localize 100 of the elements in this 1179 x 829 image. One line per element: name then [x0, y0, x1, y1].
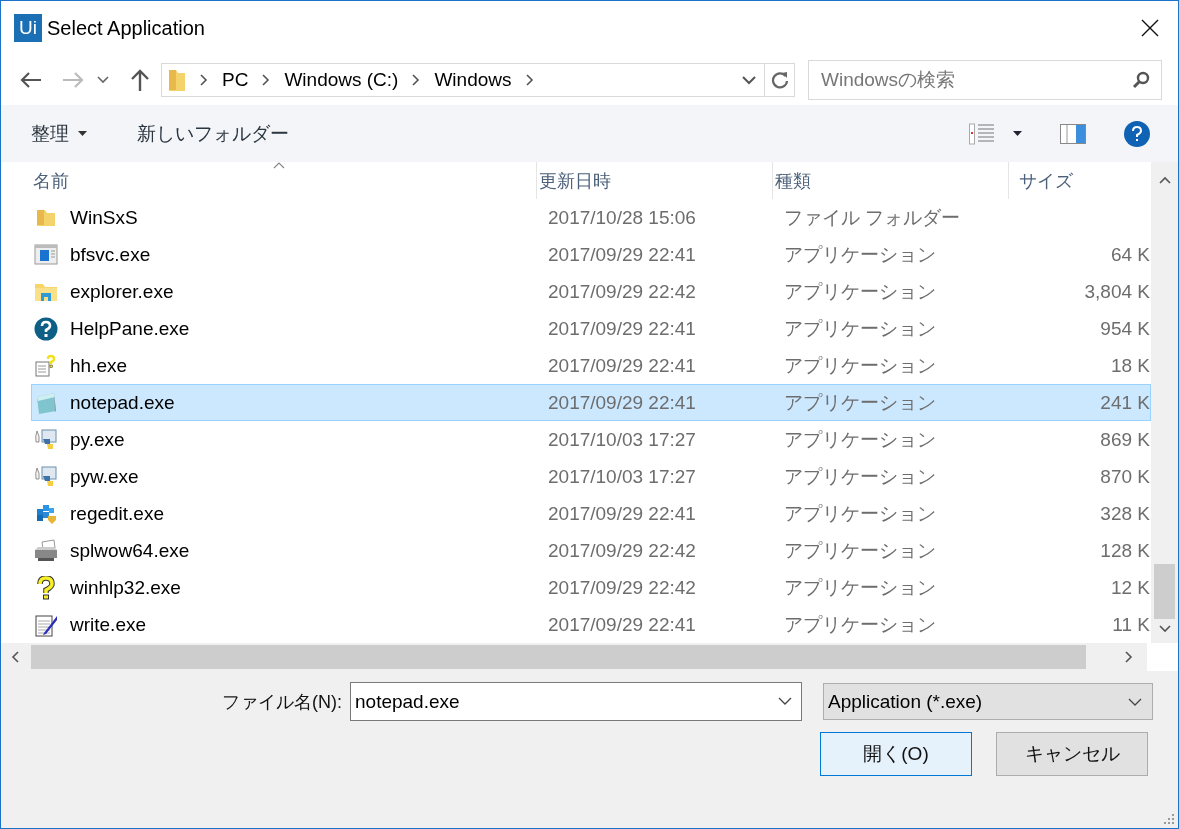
column-header[interactable]: 更新日時: [537, 162, 773, 199]
file-type: アプリケーション: [783, 390, 937, 415]
modified-date: 2017/09/29 22:42: [547, 280, 697, 303]
scroll-up-icon[interactable]: [1158, 176, 1171, 184]
file-row[interactable]: WinSxS 2017/10/28 15:06 ファイル フォルダー: [31, 199, 1151, 236]
printer-icon: [34, 538, 58, 563]
scrollbar-thumb[interactable]: [1154, 564, 1175, 619]
file-row[interactable]: write.exe 2017/09/29 22:41 アプリケーション 11 K: [31, 606, 1151, 643]
modified-date: 2017/09/29 22:42: [547, 539, 697, 562]
file-name: py.exe: [70, 428, 125, 451]
help-icon[interactable]: [1124, 120, 1150, 147]
file-name: notepad.exe: [70, 391, 175, 414]
file-type: ファイル フォルダー: [783, 205, 962, 230]
document-pen-icon: [34, 612, 58, 637]
up-arrow-icon[interactable]: [129, 68, 151, 92]
file-name: WinSxS: [70, 206, 138, 229]
chevron-down-icon[interactable]: [1128, 697, 1142, 706]
modified-date: 2017/09/29 22:41: [547, 502, 697, 525]
modified-date: 2017/09/29 22:41: [547, 243, 697, 266]
breadcrumb-item[interactable]: Windows (C:): [284, 69, 399, 91]
address-bar[interactable]: PC Windows (C:) Windows: [161, 63, 765, 97]
file-type: アプリケーション: [783, 242, 937, 267]
file-type: アプリケーション: [783, 575, 937, 600]
chevron-down-icon[interactable]: [778, 697, 792, 705]
close-icon[interactable]: [1141, 19, 1159, 37]
new-folder-button[interactable]: 新しいフォルダー: [127, 116, 299, 151]
window-title: Select Application: [47, 16, 205, 40]
open-button[interactable]: 開く(O): [820, 732, 972, 776]
search-field[interactable]: Windowsの検索: [808, 60, 1162, 100]
resize-grip-icon[interactable]: [1163, 813, 1175, 825]
file-type: アプリケーション: [783, 538, 937, 563]
breadcrumb-item[interactable]: Windows: [434, 69, 512, 91]
modified-date: 2017/09/29 22:41: [547, 391, 697, 414]
file-type: アプリケーション: [783, 353, 937, 378]
preview-pane-icon[interactable]: [1060, 123, 1086, 144]
notepad-icon: [34, 390, 58, 415]
file-row[interactable]: py.exe 2017/10/03 17:27 アプリケーション 869 K: [31, 421, 1151, 458]
file-row[interactable]: notepad.exe 2017/09/29 22:41 アプリケーション 241 K: [31, 384, 1151, 421]
python-app-icon: [34, 464, 58, 489]
chevron-right-icon: [200, 74, 208, 86]
column-header[interactable]: 種類: [773, 162, 1009, 199]
file-name: regedit.exe: [70, 502, 164, 525]
file-size: 870 K: [1100, 465, 1150, 488]
file-type: アプリケーション: [783, 279, 937, 304]
file-row[interactable]: pyw.exe 2017/10/03 17:27 アプリケーション 870 K: [31, 458, 1151, 495]
modified-date: 2017/10/28 15:06: [547, 206, 697, 229]
organize-menu-button[interactable]: 整理: [21, 116, 97, 151]
file-row[interactable]: hh.exe 2017/09/29 22:41 アプリケーション 18 K: [31, 347, 1151, 384]
cancel-button[interactable]: キャンセル: [996, 732, 1148, 776]
file-size: 869 K: [1100, 428, 1150, 451]
chevron-right-icon: [412, 74, 421, 86]
search-icon[interactable]: [1132, 71, 1150, 89]
column-header[interactable]: 名前: [31, 162, 537, 199]
file-size: 128 K: [1100, 539, 1150, 562]
back-arrow-icon[interactable]: [19, 70, 43, 90]
refresh-icon[interactable]: [770, 71, 789, 89]
file-type: アプリケーション: [783, 316, 937, 341]
scroll-right-icon[interactable]: [1125, 651, 1133, 663]
chevron-down-icon[interactable]: [742, 75, 756, 85]
file-size: 241 K: [1100, 391, 1150, 414]
column-header[interactable]: サイズ: [1009, 162, 1149, 199]
modified-date: 2017/10/03 17:27: [547, 428, 697, 451]
folder-icon: [168, 68, 186, 92]
file-size: 11 K: [1112, 613, 1150, 636]
refresh-button[interactable]: [765, 63, 795, 97]
file-row[interactable]: HelpPane.exe 2017/09/29 22:41 アプリケーション 954 K: [31, 310, 1151, 347]
question-mark-icon: [34, 575, 58, 600]
file-row[interactable]: bfsvc.exe 2017/09/29 22:41 アプリケーション 64 K: [31, 236, 1151, 273]
file-row[interactable]: regedit.exe 2017/09/29 22:41 アプリケーション 328 K: [31, 495, 1151, 532]
file-name: winhlp32.exe: [70, 576, 181, 599]
file-name-field[interactable]: notepad.exe: [350, 682, 802, 721]
file-name: write.exe: [70, 613, 147, 636]
modified-date: 2017/09/29 22:42: [547, 576, 697, 599]
file-row[interactable]: explorer.exe 2017/09/29 22:42 アプリケーション 3,804 K: [31, 273, 1151, 310]
scrollbar-thumb[interactable]: [31, 645, 1086, 669]
breadcrumb-item[interactable]: PC: [222, 69, 249, 91]
file-name: splwow64.exe: [70, 539, 190, 562]
caret-icon[interactable]: [1013, 131, 1022, 136]
horizontal-scrollbar[interactable]: [1, 643, 1178, 671]
python-app-icon: [34, 427, 58, 452]
vertical-scrollbar[interactable]: [1151, 162, 1178, 643]
scroll-left-icon[interactable]: [11, 651, 19, 663]
file-name: bfsvc.exe: [70, 243, 151, 266]
file-row[interactable]: splwow64.exe 2017/09/29 22:42 アプリケーション 128 K: [31, 532, 1151, 569]
file-size: 328 K: [1100, 502, 1150, 525]
caret-icon[interactable]: [78, 131, 87, 136]
file-name: explorer.exe: [70, 280, 174, 303]
app-logo: Ui: [14, 14, 42, 42]
modified-date: 2017/09/29 22:41: [547, 354, 697, 377]
file-type: アプリケーション: [783, 464, 937, 489]
file-size: 18 K: [1110, 354, 1150, 377]
file-type: アプリケーション: [783, 612, 937, 637]
file-row[interactable]: winhlp32.exe 2017/09/29 22:42 アプリケーション 12 K: [31, 569, 1151, 606]
help-icon: [34, 316, 58, 341]
chevron-right-icon: [262, 74, 271, 86]
modified-date: 2017/10/03 17:27: [547, 465, 697, 488]
file-type: アプリケーション: [783, 501, 937, 526]
file-type-dropdown[interactable]: Application (*.exe): [823, 683, 1153, 720]
scroll-down-icon[interactable]: [1158, 625, 1171, 633]
chevron-down-icon[interactable]: [97, 76, 109, 84]
